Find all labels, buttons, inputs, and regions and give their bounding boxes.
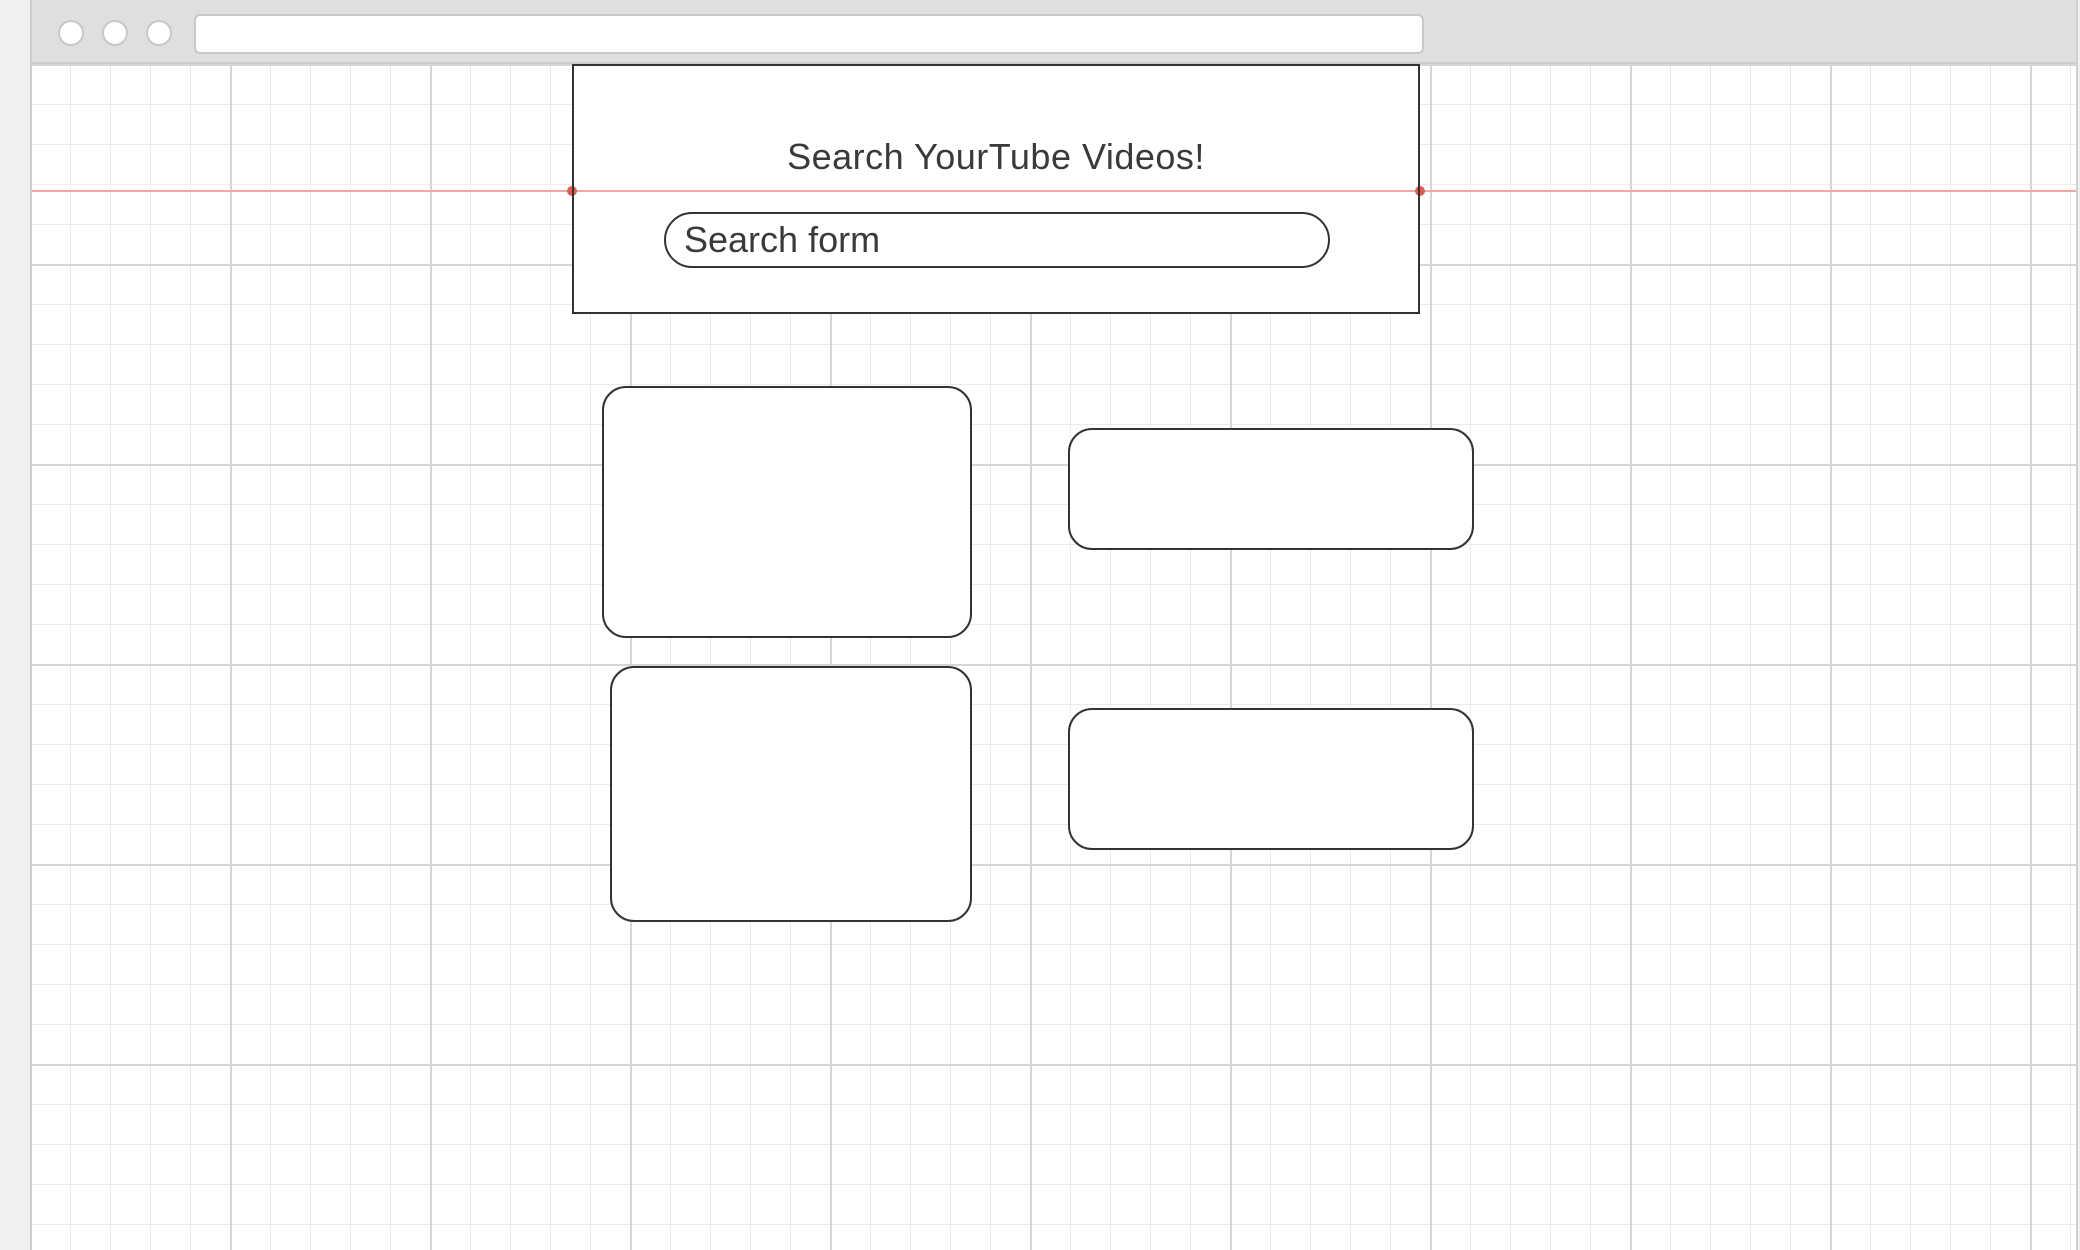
search-input[interactable] <box>664 212 1330 268</box>
video-thumbnail-2[interactable] <box>610 666 972 922</box>
video-thumbnail-1[interactable] <box>602 386 972 638</box>
wireframe-canvas: Search YourTube Videos! <box>32 64 2076 1250</box>
browser-titlebar <box>32 0 2076 64</box>
minimize-window-button[interactable] <box>102 20 128 46</box>
video-info-1[interactable] <box>1068 428 1474 550</box>
close-window-button[interactable] <box>58 20 84 46</box>
maximize-window-button[interactable] <box>146 20 172 46</box>
address-bar[interactable] <box>194 14 1424 54</box>
page-title: Search YourTube Videos! <box>787 136 1205 177</box>
browser-window: Search YourTube Videos! <box>30 0 2078 1250</box>
video-info-2[interactable] <box>1068 708 1474 850</box>
search-header-panel <box>572 64 1420 314</box>
